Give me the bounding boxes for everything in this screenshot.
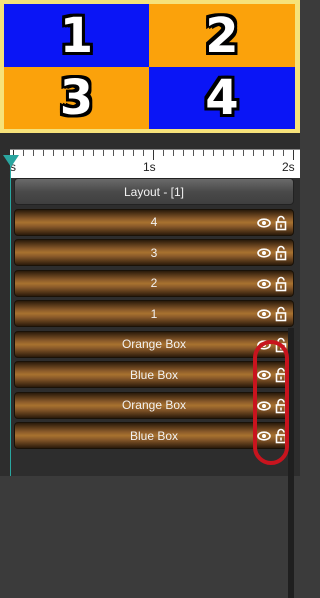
preview-cell-1[interactable]: 1	[4, 4, 149, 67]
ruler-tick	[263, 150, 264, 156]
timeline-track[interactable]: 4	[14, 208, 294, 236]
timeline-track[interactable]: 2	[14, 269, 294, 297]
ruler-tick	[123, 150, 124, 156]
ruler-tick	[213, 150, 214, 156]
preview-cell-4[interactable]: 4	[149, 67, 295, 129]
ruler-tick	[223, 150, 224, 156]
ruler-tick	[153, 150, 154, 160]
ruler-tick	[233, 150, 234, 156]
cell-number: 1	[59, 7, 94, 64]
eye-icon[interactable]	[257, 216, 271, 230]
timeline-track[interactable]: 1	[14, 300, 294, 327]
timeline-track[interactable]: Orange Box	[14, 330, 294, 358]
track-label: Orange Box	[121, 398, 187, 412]
track-label: Blue Box	[129, 367, 179, 382]
track-icons	[257, 276, 287, 292]
ruler-tick	[273, 150, 274, 156]
ruler-tick	[53, 150, 54, 156]
track-icons	[257, 245, 287, 261]
layout-track-label: Layout - [1]	[123, 184, 185, 199]
timeline-track[interactable]: Orange Box	[14, 391, 294, 419]
ruler-tick	[203, 150, 204, 156]
track-label: Orange Box	[121, 337, 187, 351]
track-label: 1	[150, 306, 158, 321]
preview-cell-2[interactable]: 2	[149, 4, 295, 67]
track-label: 3	[150, 245, 158, 260]
timeline-track[interactable]: Blue Box	[14, 361, 294, 388]
track-list: Layout - [1] 4 3 2 1 Orange Box Blue Box Orang…	[14, 178, 294, 453]
ruler-tick	[63, 150, 64, 156]
ruler-tick	[163, 150, 164, 156]
ruler-label-2s: 2s	[282, 160, 295, 174]
ruler-tick	[73, 150, 74, 156]
ruler-tick	[83, 150, 84, 156]
track-label: Blue Box	[129, 428, 179, 443]
timeline-track[interactable]: Blue Box	[14, 422, 294, 449]
eye-icon[interactable]	[257, 277, 271, 291]
cell-number: 4	[205, 70, 239, 126]
ruler-tick	[143, 150, 144, 156]
annotation-highlight-lock-icons	[253, 340, 289, 465]
ruler-tick	[33, 150, 34, 156]
playhead-line	[10, 166, 11, 476]
ruler-tick	[43, 150, 44, 156]
ruler-label-1s: 1s	[143, 160, 156, 174]
timeline-track[interactable]: 3	[14, 239, 294, 266]
track-label: 2	[150, 276, 158, 290]
lock-icon[interactable]	[275, 215, 287, 231]
ruler-tick	[113, 150, 114, 156]
ruler-tick	[293, 150, 294, 160]
ruler-tick	[133, 150, 134, 156]
playhead-marker[interactable]	[3, 155, 19, 167]
track-icons	[257, 306, 287, 322]
ruler-tick	[243, 150, 244, 156]
ruler-tick	[283, 150, 284, 156]
eye-icon[interactable]	[257, 246, 271, 260]
preview-cell-3[interactable]: 3	[4, 67, 149, 129]
track-icons	[257, 215, 287, 231]
ruler-tick	[23, 150, 24, 156]
lock-icon[interactable]	[275, 306, 287, 322]
lock-icon[interactable]	[275, 276, 287, 292]
ruler-tick	[253, 150, 254, 156]
eye-icon[interactable]	[257, 307, 271, 321]
cell-number: 2	[205, 7, 239, 64]
cell-number: 3	[59, 70, 94, 126]
lock-icon[interactable]	[275, 245, 287, 261]
track-label: 4	[150, 215, 158, 229]
ruler-tick	[193, 150, 194, 156]
ruler-tick	[183, 150, 184, 156]
ruler-tick	[103, 150, 104, 156]
layout-track[interactable]: Layout - [1]	[14, 178, 294, 205]
ruler-tick	[93, 150, 94, 156]
canvas-preview: 1 2 3 4	[0, 0, 300, 133]
time-ruler[interactable]: s 1s 2s	[10, 149, 300, 178]
ruler-tick	[173, 150, 174, 156]
